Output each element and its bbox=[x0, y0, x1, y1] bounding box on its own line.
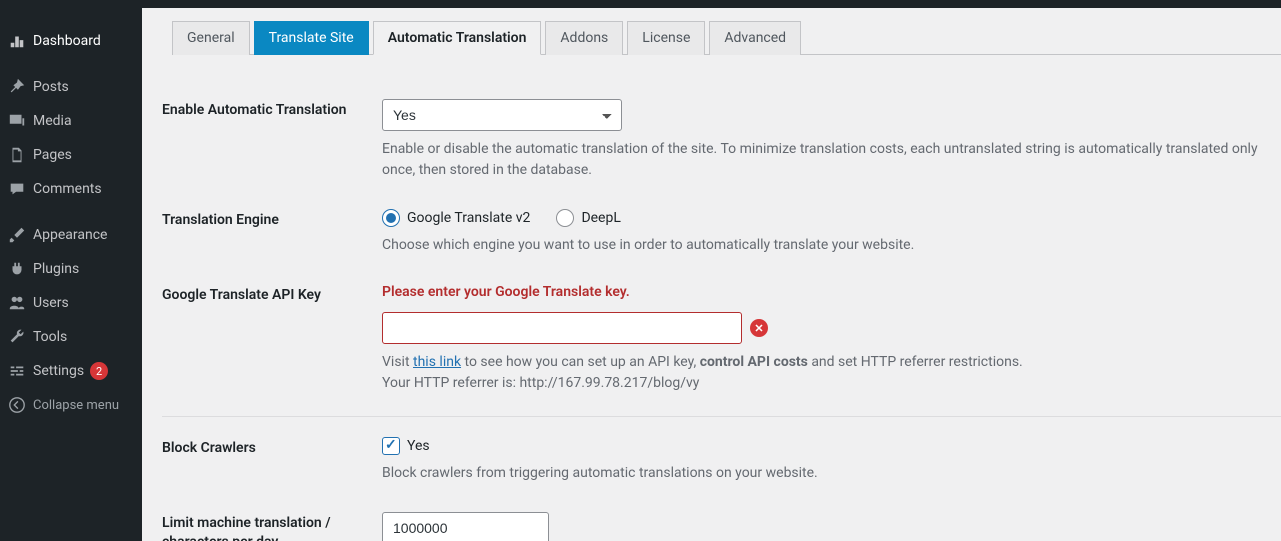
settings-content: General Translate Site Automatic Transla… bbox=[142, 8, 1281, 541]
http-referrer-text: Your HTTP referrer is: http://167.99.78.… bbox=[382, 375, 699, 391]
row-apikey: Google Translate API Key Please enter yo… bbox=[162, 270, 1281, 417]
desc-apikey-help: Visit this link to see how you can set u… bbox=[382, 352, 1281, 394]
label-engine: Translation Engine bbox=[162, 209, 382, 230]
update-count-badge: 2 bbox=[90, 362, 108, 380]
apikey-error-text: Please enter your Google Translate key. bbox=[382, 284, 1281, 300]
label-enable: Enable Automatic Translation bbox=[162, 99, 382, 120]
plug-icon bbox=[7, 259, 27, 279]
sidebar-item-label: Appearance bbox=[33, 227, 107, 243]
label-crawlers: Block Crawlers bbox=[162, 437, 382, 458]
sidebar-item-users[interactable]: Users bbox=[0, 286, 142, 320]
input-char-limit[interactable] bbox=[382, 512, 549, 541]
sidebar-item-comments[interactable]: Comments bbox=[0, 172, 142, 206]
input-google-api-key[interactable] bbox=[382, 312, 742, 344]
wrench-icon bbox=[7, 327, 27, 347]
sidebar-item-label: Comments bbox=[33, 181, 102, 197]
label-limit: Limit machine translation / characters p… bbox=[162, 512, 382, 541]
settings-form: Enable Automatic Translation Yes Enable … bbox=[162, 55, 1281, 541]
sidebar-item-pages[interactable]: Pages bbox=[0, 138, 142, 172]
sidebar-item-plugins[interactable]: Plugins bbox=[0, 252, 142, 286]
media-icon bbox=[7, 111, 27, 131]
collapse-menu[interactable]: Collapse menu bbox=[0, 388, 142, 422]
sidebar-item-media[interactable]: Media bbox=[0, 104, 142, 138]
api-help-link[interactable]: this link bbox=[413, 354, 461, 370]
dashboard-icon bbox=[7, 31, 27, 51]
sidebar-item-posts[interactable]: Posts bbox=[0, 70, 142, 104]
checkbox-block-crawlers-label: Yes bbox=[407, 438, 430, 454]
tab-general[interactable]: General bbox=[172, 21, 250, 55]
row-limit: Limit machine translation / characters p… bbox=[162, 498, 1281, 541]
desc-enable: Enable or disable the automatic translat… bbox=[382, 139, 1281, 181]
sidebar-item-appearance[interactable]: Appearance bbox=[0, 218, 142, 252]
desc-crawlers: Block crawlers from triggering automatic… bbox=[382, 463, 1281, 484]
sliders-icon bbox=[7, 361, 27, 381]
label-apikey: Google Translate API Key bbox=[162, 284, 382, 305]
tab-license[interactable]: License bbox=[627, 21, 705, 55]
desc-engine: Choose which engine you want to use in o… bbox=[382, 235, 1281, 256]
page-icon bbox=[7, 145, 27, 165]
radio-google-label: Google Translate v2 bbox=[407, 210, 530, 226]
row-crawlers: Block Crawlers Yes Block crawlers from t… bbox=[162, 423, 1281, 498]
tab-translate-site[interactable]: Translate Site bbox=[254, 21, 369, 55]
sidebar-item-dashboard[interactable]: Dashboard bbox=[0, 24, 142, 58]
sidebar-item-label: Settings bbox=[33, 363, 84, 379]
sidebar-item-label: Media bbox=[33, 113, 72, 129]
checkbox-block-crawlers[interactable]: Yes bbox=[382, 437, 1281, 455]
radio-deepl-label: DeepL bbox=[581, 210, 620, 226]
radio-google-input[interactable] bbox=[382, 209, 400, 227]
admin-sidebar: Dashboard Posts Media Pages Comments App… bbox=[0, 8, 142, 541]
brush-icon bbox=[7, 225, 27, 245]
sidebar-item-label: Posts bbox=[33, 79, 69, 95]
sidebar-item-label: Dashboard bbox=[33, 33, 101, 49]
sidebar-item-label: Users bbox=[33, 295, 69, 311]
tab-addons[interactable]: Addons bbox=[545, 21, 623, 55]
sidebar-item-label: Pages bbox=[33, 147, 72, 163]
error-icon: ✕ bbox=[750, 319, 768, 337]
tab-advanced[interactable]: Advanced bbox=[709, 21, 801, 55]
collapse-label: Collapse menu bbox=[33, 398, 119, 413]
users-icon bbox=[7, 293, 27, 313]
radio-deepl[interactable]: DeepL bbox=[556, 209, 620, 227]
radio-deepl-input[interactable] bbox=[556, 209, 574, 227]
collapse-icon bbox=[7, 395, 27, 415]
sidebar-item-label: Plugins bbox=[33, 261, 79, 277]
select-enable-automatic[interactable]: Yes bbox=[382, 99, 622, 131]
settings-tabs: General Translate Site Automatic Transla… bbox=[172, 20, 1281, 55]
tab-automatic-translation[interactable]: Automatic Translation bbox=[373, 21, 542, 55]
sidebar-item-settings[interactable]: Settings 2 bbox=[0, 354, 142, 388]
comments-icon bbox=[7, 179, 27, 199]
sidebar-item-label: Tools bbox=[33, 329, 67, 345]
sidebar-item-tools[interactable]: Tools bbox=[0, 320, 142, 354]
pin-icon bbox=[7, 77, 27, 97]
checkbox-block-crawlers-input[interactable] bbox=[382, 437, 400, 455]
admin-bar bbox=[0, 0, 1281, 8]
radio-google[interactable]: Google Translate v2 bbox=[382, 209, 530, 227]
row-engine: Translation Engine Google Translate v2 D… bbox=[162, 195, 1281, 270]
row-enable: Enable Automatic Translation Yes Enable … bbox=[162, 85, 1281, 195]
